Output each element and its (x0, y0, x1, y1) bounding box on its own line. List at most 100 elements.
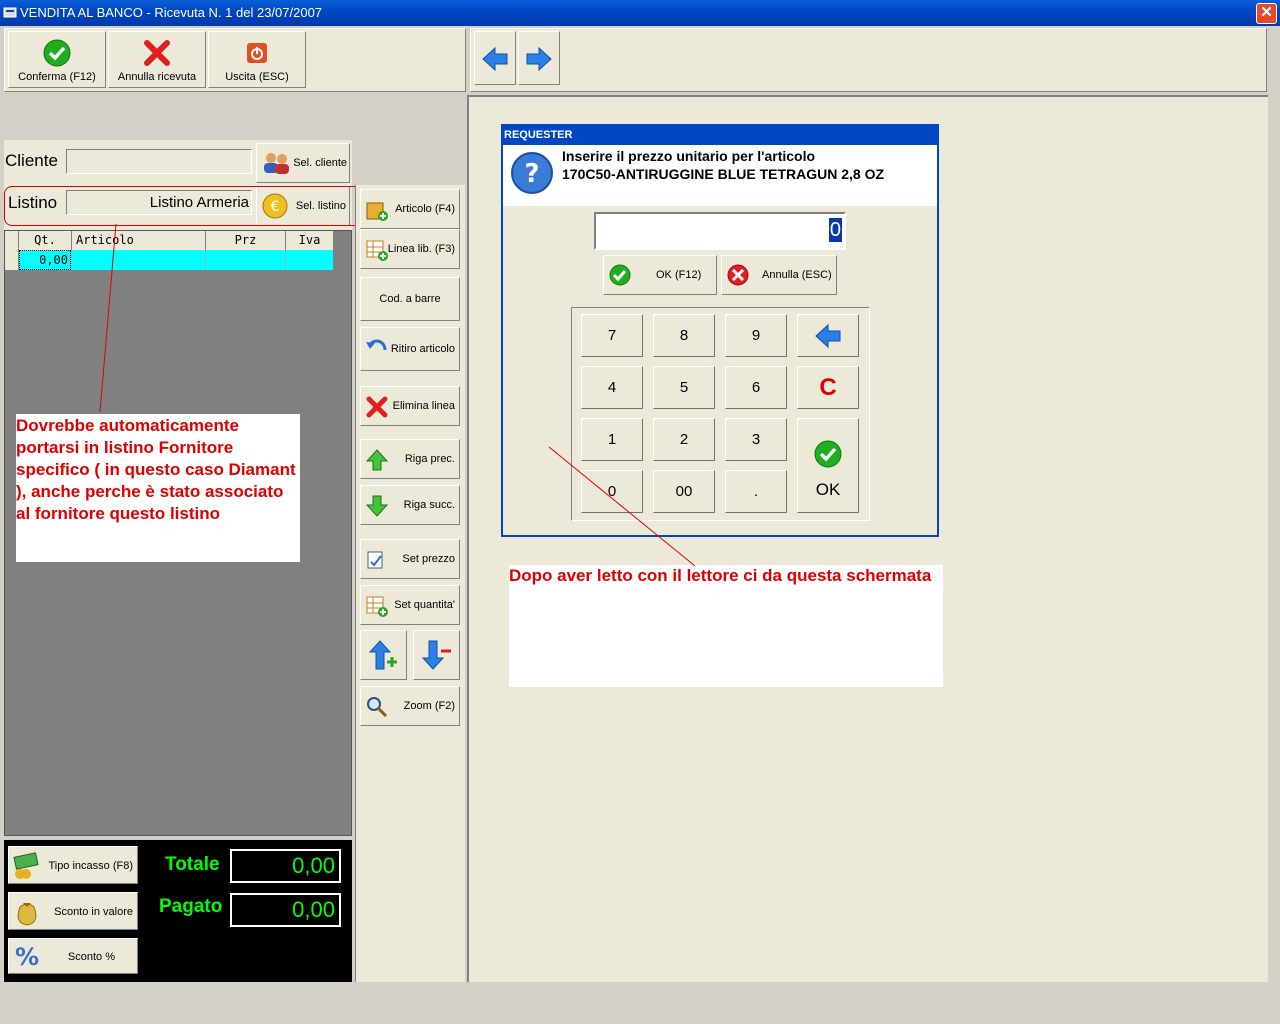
requester-message-2: 170C50-ANTIRUGGINE BLUE TETRAGUN 2,8 OZ (562, 166, 885, 182)
svg-text:?: ? (524, 159, 539, 189)
requester-cancel-button[interactable]: Annulla (ESC) (721, 255, 837, 295)
next-row-label: Riga succ. (403, 499, 455, 511)
close-window-button[interactable]: ✕ (1256, 3, 1277, 24)
requester-message-1: Inserire il prezzo unitario per l'artico… (562, 148, 816, 164)
customer-field[interactable] (66, 149, 252, 174)
key-3[interactable]: 3 (725, 418, 787, 461)
key-6[interactable]: 6 (725, 366, 787, 409)
key-9[interactable]: 9 (725, 314, 787, 357)
prev-row-button[interactable]: Riga prec. (360, 439, 460, 479)
key-00[interactable]: 00 (653, 470, 715, 513)
check-icon (43, 39, 71, 67)
discount-value-button[interactable]: Sconto in valore (8, 892, 138, 930)
check-icon (609, 264, 631, 286)
col-qty: Qt. (34, 233, 56, 247)
payment-type-button[interactable]: Tipo incasso (F8) (8, 846, 138, 884)
select-customer-button[interactable]: Sel. cliente (256, 143, 350, 183)
return-item-button[interactable]: Ritiro articolo (360, 327, 460, 371)
keypad-ok-label: OK (815, 480, 841, 499)
paid-value: 0,00 (230, 893, 341, 927)
delete-line-label: Elimina linea (392, 400, 455, 412)
paid-label: Pagato (159, 896, 223, 917)
row-vat (285, 250, 333, 270)
col-article: Articolo (71, 231, 205, 250)
col-price: Prz (205, 231, 285, 250)
requester-cancel-label: Annulla (ESC) (762, 269, 832, 281)
discount-pct-button[interactable]: % Sconto % (8, 938, 138, 974)
barcode-label: Cod. a barre (379, 293, 441, 305)
set-qty-button[interactable]: Set quantita' (360, 585, 460, 625)
col-vat: Iva (285, 231, 333, 250)
set-price-button[interactable]: Set prezzo (360, 539, 460, 579)
prev-arrow-button[interactable] (474, 31, 516, 85)
undo-icon (366, 339, 387, 351)
key-5[interactable]: 5 (653, 366, 715, 409)
question-icon: ? (511, 152, 553, 194)
table-qty-icon (366, 596, 388, 617)
key-4[interactable]: 4 (581, 366, 643, 409)
money-bag-icon (17, 903, 37, 926)
cross-icon (144, 40, 170, 66)
discount-pct-label: Sconto % (67, 951, 115, 963)
key-7[interactable]: 7 (581, 314, 643, 357)
app-icon (3, 7, 17, 18)
annotation-note-left: Dovrebbe automaticamente portarsi in lis… (16, 414, 300, 562)
pricelist-highlight (4, 186, 374, 226)
key-dot[interactable]: . (725, 470, 787, 513)
window-title: VENDITA AL BANCO - Ricevuta N. 1 del 23/… (20, 5, 323, 20)
set-price-label: Set prezzo (402, 553, 455, 565)
confirm-label: Conferma (F12) (18, 71, 96, 83)
backspace-key[interactable] (797, 314, 859, 357)
discount-value-label: Sconto in valore (54, 906, 133, 918)
article-label: Articolo (F4) (395, 203, 455, 215)
table-row[interactable]: 0,00 (5, 250, 333, 270)
requester-titlebar: REQUESTER (503, 126, 937, 145)
customer-label: Cliente (5, 151, 58, 170)
power-icon (247, 43, 267, 63)
confirm-button[interactable]: Conferma (F12) (8, 31, 106, 88)
total-value: 0,00 (230, 849, 341, 883)
select-customer-label: Sel. cliente (293, 157, 347, 169)
set-qty-label: Set quantita' (394, 599, 455, 611)
key-2[interactable]: 2 (653, 418, 715, 461)
row-price (205, 250, 285, 270)
key-0[interactable]: 0 (581, 470, 643, 513)
delete-line-button[interactable]: Elimina linea (360, 386, 460, 426)
row-article (71, 250, 205, 270)
move-down-remove-button[interactable] (413, 630, 460, 680)
requester-ok-button[interactable]: OK (F12) (603, 255, 717, 295)
svg-text:%: % (15, 943, 39, 969)
exit-button[interactable]: Uscita (ESC) (208, 31, 306, 88)
row-qty: 0,00 (19, 250, 71, 270)
arrow-down-icon (365, 495, 389, 517)
money-icon (13, 852, 39, 879)
cancel-receipt-label: Annulla ricevuta (117, 71, 197, 83)
article-button[interactable]: Articolo (F4) (360, 189, 460, 229)
check-icon (814, 440, 842, 468)
next-row-button[interactable]: Riga succ. (360, 485, 460, 525)
table-add-icon (366, 240, 388, 261)
move-up-add-button[interactable] (360, 630, 407, 680)
cancel-receipt-button[interactable]: Annulla ricevuta (108, 31, 206, 88)
next-arrow-button[interactable] (518, 31, 560, 85)
free-line-button[interactable]: Linea lib. (F3) (360, 229, 460, 269)
arrow-right-icon (526, 46, 552, 72)
clear-key[interactable]: C (797, 366, 859, 409)
key-8[interactable]: 8 (653, 314, 715, 357)
users-icon (264, 153, 289, 174)
keypad-ok-button[interactable]: OK (797, 418, 859, 513)
exit-label: Uscita (ESC) (225, 71, 289, 83)
zoom-label: Zoom (F2) (403, 700, 455, 712)
return-item-label: Ritiro articolo (390, 343, 455, 355)
zoom-button[interactable]: Zoom (F2) (360, 686, 460, 726)
arrow-up-icon (365, 449, 389, 471)
barcode-button[interactable]: Cod. a barre (360, 277, 460, 321)
key-1[interactable]: 1 (581, 418, 643, 461)
price-input[interactable]: 0 (594, 212, 846, 250)
free-line-label: Linea lib. (F3) (387, 243, 455, 255)
window-titlebar: VENDITA AL BANCO - Ricevuta N. 1 del 23/… (0, 0, 1280, 26)
payment-type-label: Tipo incasso (F8) (48, 860, 133, 872)
cancel-icon (727, 264, 749, 286)
arrow-up-plus-icon (368, 640, 397, 670)
magnifier-icon (367, 697, 388, 718)
